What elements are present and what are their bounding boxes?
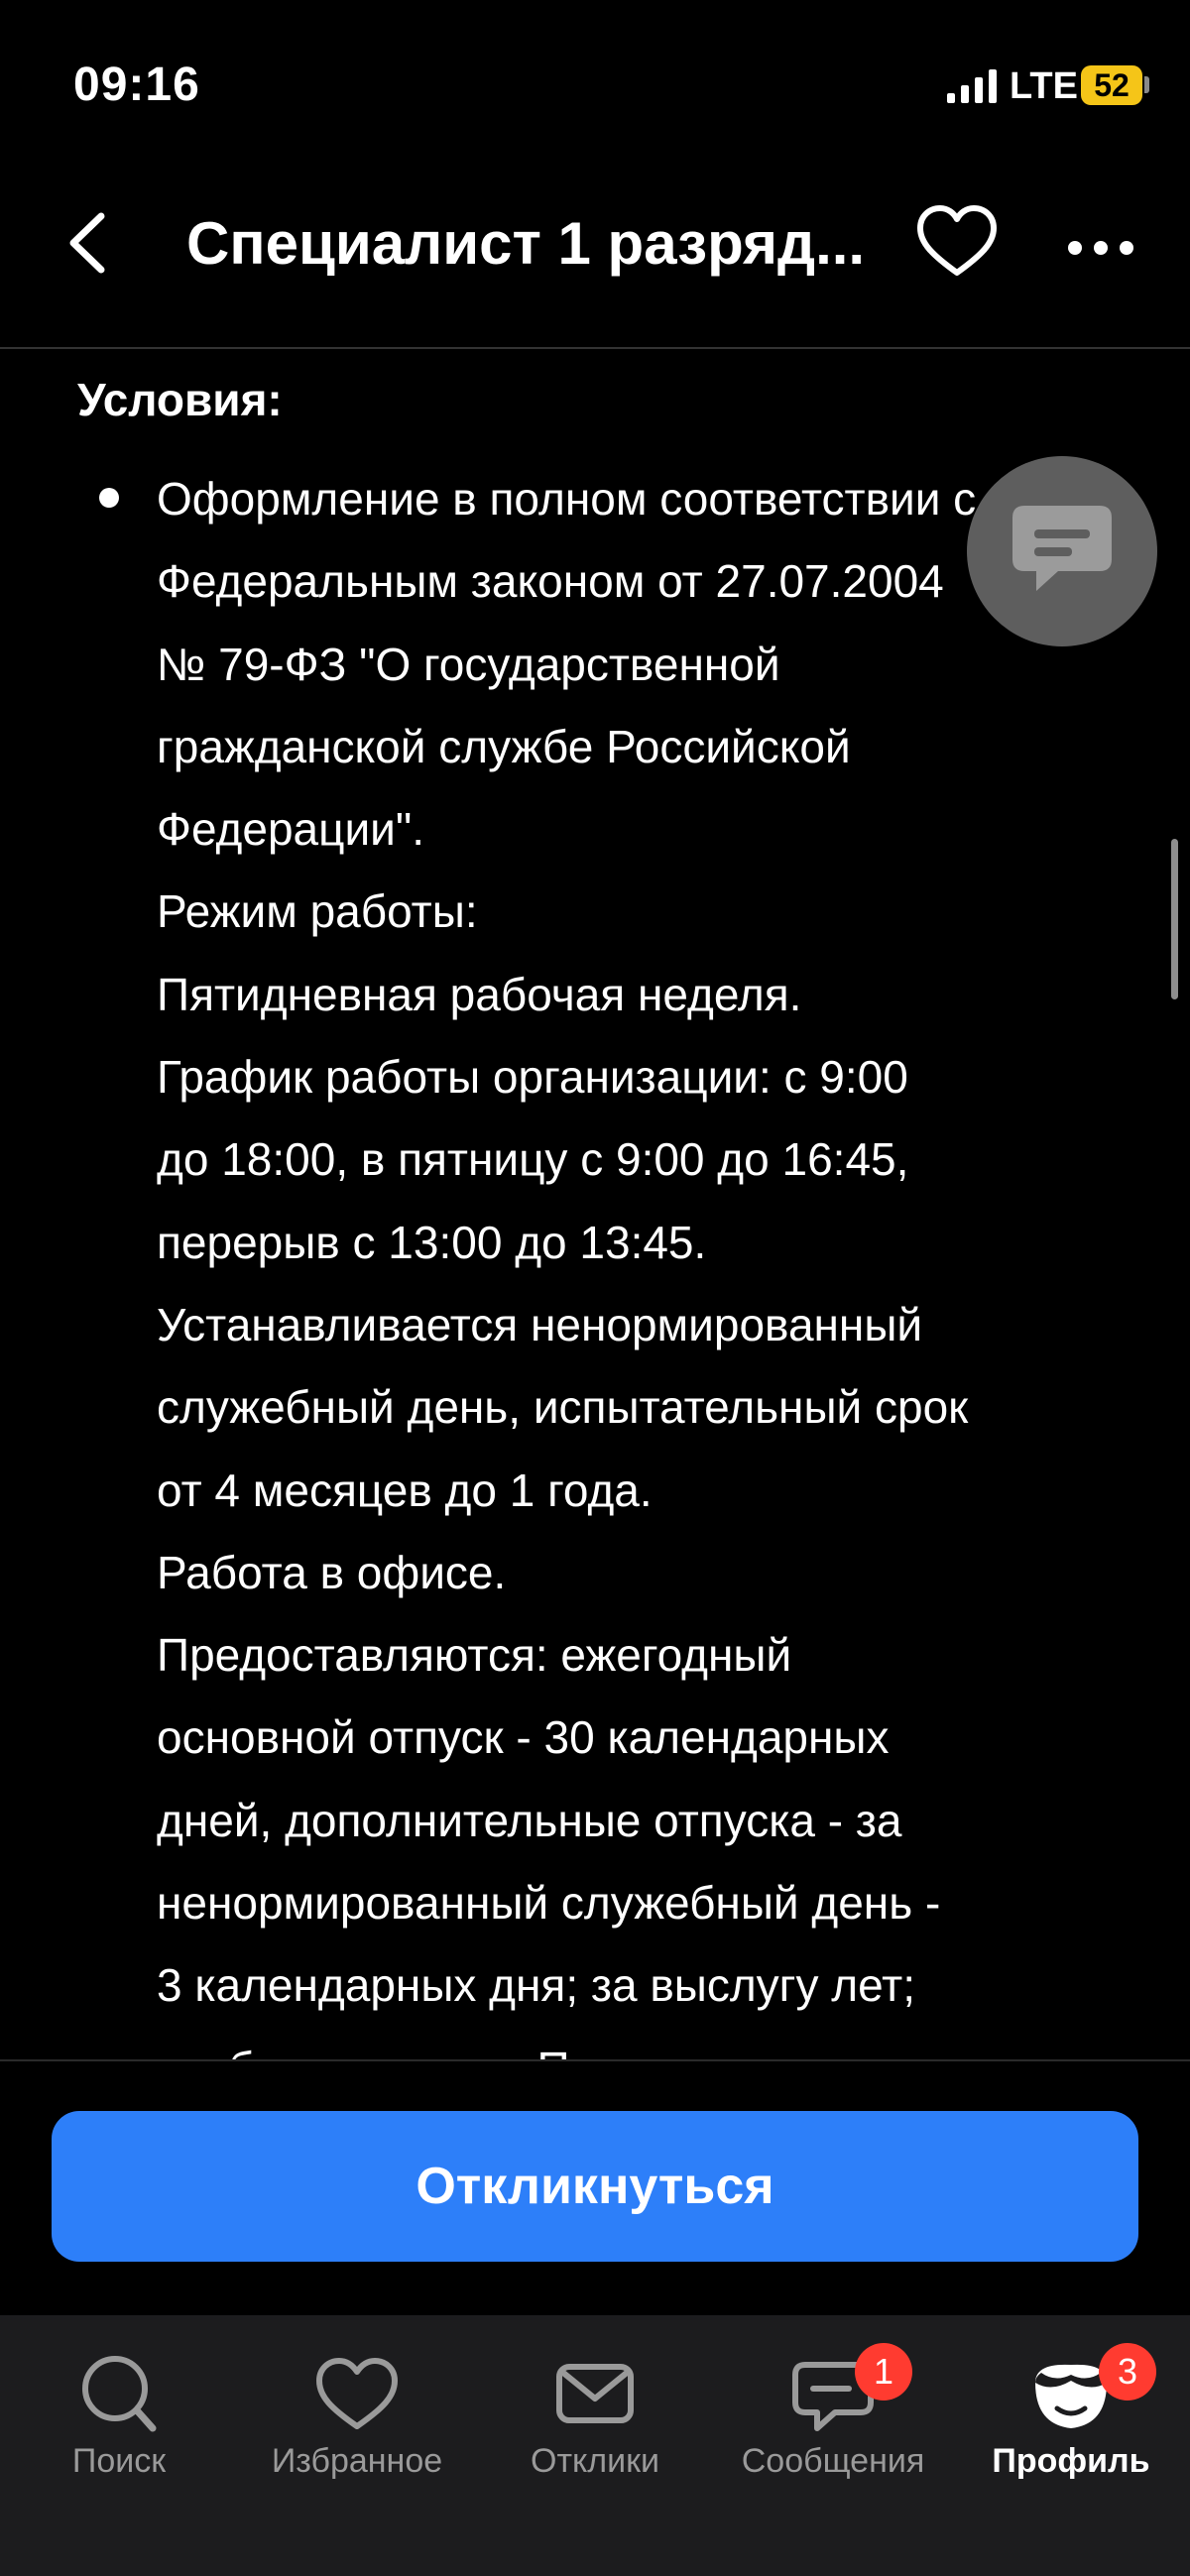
heart-icon [316, 2358, 398, 2429]
tab-label: Отклики [531, 2442, 659, 2480]
tab-search[interactable]: Поиск [0, 2335, 238, 2514]
tab-label: Сообщения [741, 2442, 925, 2480]
vacancy-content[interactable]: Условия: Оформление в полном соответстви… [0, 349, 1190, 2062]
tab-label: Профиль [992, 2442, 1150, 2480]
conditions-line: от 4 месяцев до 1 года. [157, 1464, 653, 1516]
action-area: Откликнуться [0, 2059, 1190, 2317]
conditions-line: ненормированный служебный день - [157, 1877, 941, 1930]
signal-strength-icon [947, 69, 997, 103]
conditions-line: Работа в офисе. [157, 1546, 507, 1598]
status-time: 09:16 [73, 59, 200, 111]
profile-badge: 3 [1099, 2343, 1156, 2400]
conditions-heading: Условия: [77, 374, 283, 425]
battery-icon: 52 [1081, 65, 1142, 105]
conditions-line: перерыв с 13:00 до 13:45. [157, 1216, 707, 1268]
conditions-line: График работы организации: с 9:00 [157, 1051, 908, 1104]
conditions-line: Федеральным законом от 27.07.2004 [157, 555, 944, 608]
tab-profile[interactable]: 3 Профиль [952, 2335, 1190, 2514]
conditions-line: Пятидневная рабочая неделя. [157, 968, 802, 1020]
conditions-line: гражданской службе Российской [157, 720, 851, 772]
conditions-line: № 79-ФЗ "О государственной [157, 638, 780, 690]
conditions-line: Устанавливается ненормированный [157, 1298, 923, 1350]
heart-icon [917, 205, 997, 276]
nav-header: Специалист 1 разряд... [0, 169, 1190, 349]
tab-favorites[interactable]: Избранное [238, 2335, 476, 2514]
network-type: LTE [1010, 65, 1078, 107]
conditions-line: дней, дополнительные отпуска - за [157, 1794, 902, 1846]
back-button[interactable] [60, 198, 119, 288]
favorite-button[interactable] [912, 198, 1002, 288]
search-icon [82, 2356, 157, 2432]
messages-badge: 1 [855, 2343, 912, 2400]
tab-messages[interactable]: 1 Сообщения [714, 2335, 952, 2514]
chevron-left-icon [69, 212, 105, 274]
bottom-tab-bar: Поиск Избранное Отклики 1 Сообщения 3 Пр… [0, 2315, 1190, 2576]
conditions-line: Федерации". [157, 803, 424, 856]
more-dots-icon [1068, 241, 1133, 255]
conditions-line: Оформление в полном соответствии с [157, 473, 977, 525]
tab-label: Избранное [271, 2442, 443, 2480]
envelope-icon [556, 2364, 634, 2423]
conditions-line: Режим работы: [157, 885, 478, 938]
conditions-line: учебные отпуска. Повышение [157, 2028, 1109, 2062]
scrollbar[interactable] [1171, 839, 1178, 999]
conditions-line: до 18:00, в пятницу с 9:00 до 16:45, [157, 1133, 909, 1186]
conditions-line: Предоставляются: ежегодный [157, 1629, 792, 1682]
tab-responses[interactable]: Отклики [476, 2335, 714, 2514]
chat-fab-button[interactable] [967, 456, 1157, 646]
more-options-button[interactable] [1061, 208, 1140, 288]
battery-tip [1144, 76, 1149, 93]
conditions-line: служебный день, испытательный срок [157, 1381, 969, 1434]
respond-button[interactable]: Откликнуться [52, 2111, 1138, 2262]
page-title: Специалист 1 разряд... [186, 210, 866, 277]
chat-icon [1012, 506, 1112, 591]
list-bullet [99, 488, 119, 508]
conditions-line: 3 календарных дня; за выслугу лет; [157, 1959, 915, 2012]
tab-label: Поиск [71, 2442, 167, 2480]
status-bar: 09:16 LTE 52 [0, 0, 1190, 169]
conditions-text: Оформление в полном соответствии с Федер… [157, 458, 1109, 2062]
conditions-line: основной отпуск - 30 календарных [157, 1711, 890, 1764]
